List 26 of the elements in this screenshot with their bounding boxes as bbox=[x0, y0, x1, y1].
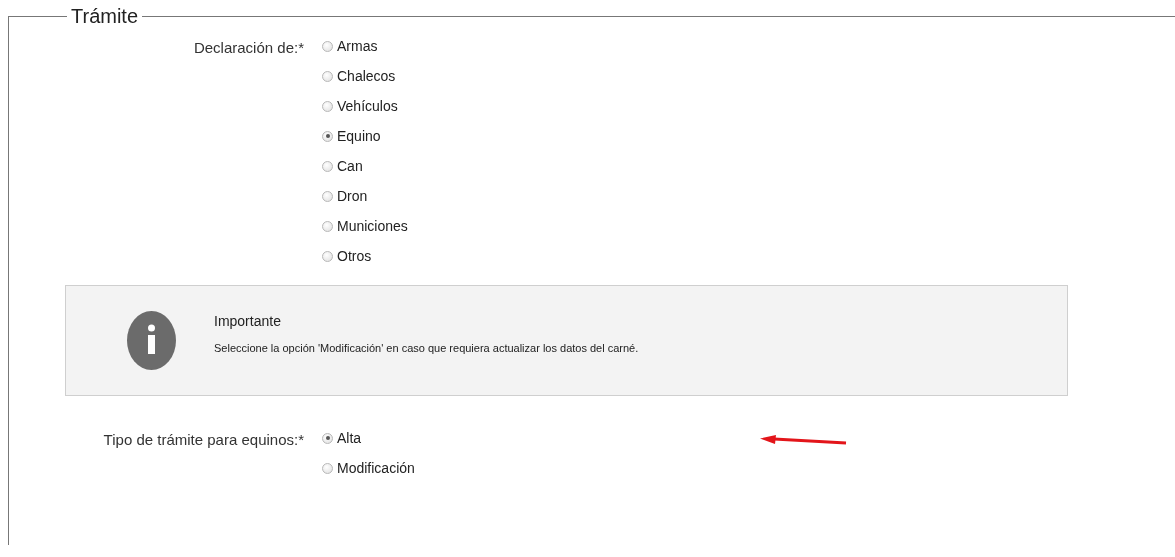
option-label[interactable]: Municiones bbox=[337, 218, 408, 234]
field-label: Declaración de:* bbox=[193, 38, 304, 56]
option-label[interactable]: Modificación bbox=[337, 460, 415, 476]
radio-button[interactable] bbox=[322, 100, 333, 112]
radio-button[interactable] bbox=[322, 462, 333, 474]
radio-button[interactable] bbox=[322, 190, 333, 202]
info-icon bbox=[127, 311, 176, 370]
radio-button[interactable] bbox=[322, 70, 333, 82]
option-label[interactable]: Otros bbox=[337, 248, 372, 264]
option-label[interactable]: Chalecos bbox=[337, 68, 396, 84]
option-label[interactable]: Armas bbox=[337, 38, 378, 54]
notice-title: Importante bbox=[214, 313, 282, 329]
field-label: Tipo de trámite para equinos:* bbox=[103, 430, 304, 448]
option-label[interactable]: Can bbox=[337, 158, 363, 174]
option-label[interactable]: Dron bbox=[337, 188, 368, 204]
radio-button[interactable] bbox=[322, 432, 333, 444]
radio-button[interactable] bbox=[322, 220, 333, 232]
option-label[interactable]: Equino bbox=[337, 128, 381, 144]
radio-button[interactable] bbox=[322, 160, 333, 172]
notice-text: Seleccione la opción 'Modificación' en caso que requiera actualizar los datos del carné. bbox=[214, 342, 639, 354]
radio-button[interactable] bbox=[322, 40, 333, 52]
option-label[interactable]: Vehículos bbox=[337, 98, 398, 114]
radio-button[interactable] bbox=[322, 130, 333, 142]
radio-button[interactable] bbox=[322, 250, 333, 262]
option-label[interactable]: Alta bbox=[337, 430, 362, 446]
section-title: Trámite bbox=[70, 5, 140, 28]
